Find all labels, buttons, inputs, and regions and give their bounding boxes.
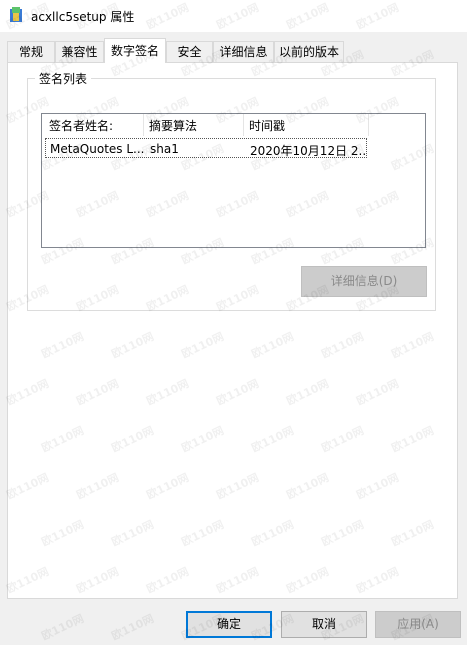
title-bar: acxllc5setup 属性 bbox=[0, 0, 467, 32]
column-divider[interactable] bbox=[143, 114, 144, 136]
tab-security[interactable]: 安全 bbox=[166, 41, 213, 62]
tab-compatibility[interactable]: 兼容性 bbox=[55, 41, 104, 62]
list-header: 签名者姓名: 摘要算法 时间戳 bbox=[42, 114, 425, 136]
signature-list[interactable]: 签名者姓名: 摘要算法 时间戳 MetaQuotes L... sha1 202… bbox=[41, 113, 426, 248]
tab-details[interactable]: 详细信息 bbox=[213, 41, 274, 62]
tab-previous-versions[interactable]: 以前的版本 bbox=[274, 41, 344, 62]
details-button[interactable]: 详细信息(D) bbox=[301, 266, 427, 297]
signer-name-cell: MetaQuotes L... bbox=[50, 142, 144, 156]
window-title: acxllc5setup 属性 bbox=[31, 10, 135, 24]
algorithm-cell: sha1 bbox=[150, 142, 179, 156]
column-timestamp[interactable]: 时间戳 bbox=[249, 117, 285, 134]
column-signer-name[interactable]: 签名者姓名: bbox=[49, 117, 113, 134]
timestamp-cell: 2020年10月12日 2... bbox=[250, 144, 366, 158]
tab-panel: 签名列表 签名者姓名: 摘要算法 时间戳 MetaQuotes L... sha… bbox=[7, 62, 458, 599]
signature-list-label: 签名列表 bbox=[35, 70, 92, 87]
signature-row[interactable]: MetaQuotes L... sha1 2020年10月12日 2... bbox=[45, 138, 367, 158]
ok-button[interactable]: 确定 bbox=[186, 611, 272, 638]
apply-button[interactable]: 应用(A) bbox=[375, 611, 461, 638]
column-digest-algorithm[interactable]: 摘要算法 bbox=[149, 117, 197, 134]
signature-list-group: 签名列表 签名者姓名: 摘要算法 时间戳 MetaQuotes L... sha… bbox=[27, 70, 436, 311]
column-divider[interactable] bbox=[243, 114, 244, 136]
watermark-text: 欧110网 bbox=[39, 612, 86, 643]
setup-app-icon bbox=[10, 7, 22, 22]
watermark-text: 欧110网 bbox=[109, 612, 156, 643]
tab-general[interactable]: 常规 bbox=[7, 41, 55, 62]
cancel-button[interactable]: 取消 bbox=[281, 611, 367, 638]
column-divider[interactable] bbox=[368, 114, 369, 136]
tab-digital-signatures[interactable]: 数字签名 bbox=[104, 38, 166, 63]
